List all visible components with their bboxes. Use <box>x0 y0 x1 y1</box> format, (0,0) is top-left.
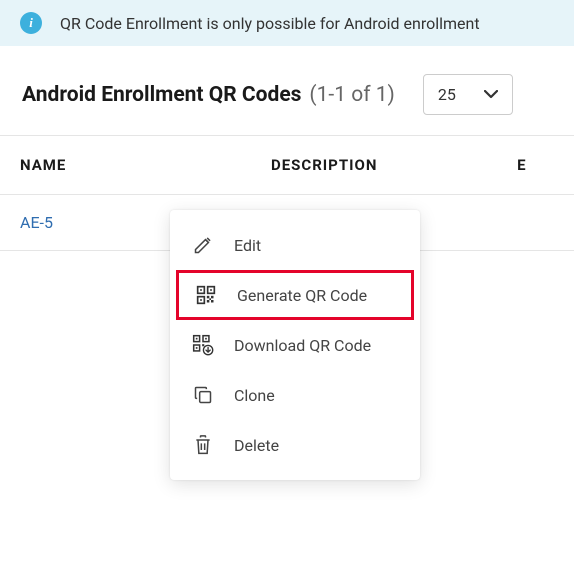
page-size-value: 25 <box>438 85 456 104</box>
info-icon: i <box>20 12 42 34</box>
page-title-text: Android Enrollment QR Codes <box>22 83 301 107</box>
qr-code-icon <box>195 284 217 306</box>
edit-icon <box>192 234 214 256</box>
menu-item-edit[interactable]: Edit <box>170 220 420 270</box>
page-size-select[interactable]: 25 <box>423 74 513 115</box>
clone-icon <box>192 384 214 406</box>
chevron-down-icon <box>484 90 498 99</box>
column-header-description[interactable]: DESCRIPTION <box>271 156 517 174</box>
column-header-extra[interactable]: E <box>517 156 574 174</box>
menu-item-label: Clone <box>234 386 275 405</box>
menu-item-label: Generate QR Code <box>237 286 367 305</box>
trash-icon <box>192 434 214 456</box>
menu-item-download-qr[interactable]: Download QR Code <box>170 320 420 370</box>
menu-item-delete[interactable]: Delete <box>170 420 420 470</box>
menu-item-generate-qr[interactable]: Generate QR Code <box>179 273 411 317</box>
menu-item-label: Download QR Code <box>234 336 371 355</box>
info-banner: i QR Code Enrollment is only possible fo… <box>0 0 574 46</box>
page-title-row: Android Enrollment QR Codes (1-1 of 1) 2… <box>0 46 574 135</box>
menu-item-label: Edit <box>234 236 261 255</box>
menu-item-label: Delete <box>234 436 279 455</box>
menu-item-generate-highlight: Generate QR Code <box>176 270 414 320</box>
info-banner-text: QR Code Enrollment is only possible for … <box>60 14 480 33</box>
page-title-count: (1-1 of 1) <box>309 83 394 107</box>
table-header: NAME DESCRIPTION E <box>0 135 574 195</box>
qr-download-icon <box>192 334 214 356</box>
column-header-name[interactable]: NAME <box>20 156 271 174</box>
page-title: Android Enrollment QR Codes (1-1 of 1) <box>22 83 395 107</box>
menu-item-clone[interactable]: Clone <box>170 370 420 420</box>
context-menu: Edit Generate QR Code <box>170 210 420 480</box>
